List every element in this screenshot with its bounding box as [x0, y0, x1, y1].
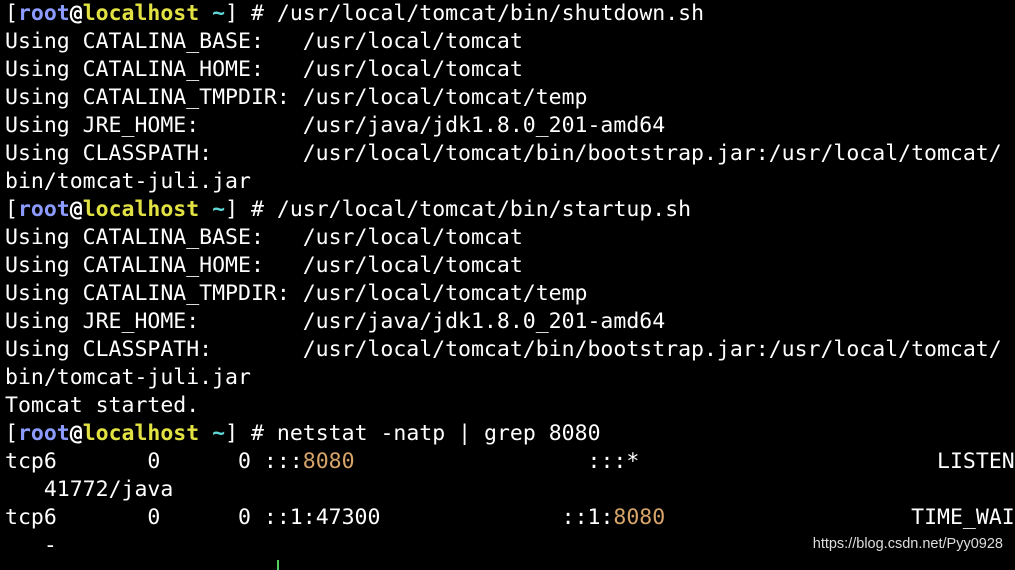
prompt-at: @: [69, 1, 83, 26]
netstat-local-address: :::: [263, 449, 303, 474]
netstat-recv-q: 0: [147, 505, 161, 530]
output-line: bin/tomcat-juli.jar: [5, 169, 251, 194]
prompt-at: @: [69, 197, 83, 222]
netstat-state: LISTEN: [937, 449, 1015, 474]
output-line: Using JRE_HOME: /usr/java/jdk1.8.0_201-a…: [5, 309, 666, 334]
netstat-row: tcp6 0 0 :::8080 :::* LISTEN: [5, 448, 1015, 476]
output-line: Using CATALINA_TMPDIR: /usr/local/tomcat…: [5, 85, 588, 110]
netstat-pid-program: 41772/java: [43, 477, 174, 502]
netstat-row-wrap: 41772/java: [5, 476, 1015, 504]
netstat-pid-program: -: [43, 533, 57, 558]
output-line: Using CATALINA_BASE: /usr/local/tomcat: [5, 29, 523, 54]
command-shutdown: /usr/local/tomcat/bin/shutdown.sh: [276, 1, 705, 26]
prompt-user: root: [17, 197, 70, 222]
netstat-send-q: 0: [238, 505, 251, 530]
netstat-local-port: 8080: [302, 449, 355, 474]
output-line: bin/tomcat-juli.jar: [5, 365, 251, 390]
prompt-bracket-close: ]: [225, 1, 239, 26]
output-line: Using JRE_HOME: /usr/java/jdk1.8.0_201-a…: [5, 113, 666, 138]
prompt-line: [root@localhost ~] # netstat -natp | gre…: [5, 420, 1015, 448]
prompt-symbol: #: [251, 1, 264, 26]
prompt-bracket-close: ]: [225, 197, 239, 222]
prompt-symbol: #: [251, 421, 264, 446]
terminal-window[interactable]: [root@localhost ~] # /usr/local/tomcat/b…: [0, 0, 1015, 566]
prompt-bracket-open: [: [5, 197, 18, 222]
command-netstat: netstat -natp | grep 8080: [276, 421, 601, 446]
prompt-line: [root@localhost ~] # /usr/local/tomcat/b…: [5, 196, 1015, 224]
prompt-host: localhost: [82, 421, 200, 446]
output-line: Using CATALINA_HOME: /usr/local/tomcat: [5, 57, 523, 82]
netstat-proto: tcp6: [5, 449, 57, 474]
prompt-bracket-open: [: [5, 421, 18, 446]
netstat-foreign-address: ::1:: [561, 505, 614, 530]
output-line: Using CLASSPATH: /usr/local/tomcat/bin/b…: [5, 141, 1002, 166]
netstat-foreign-port: 8080: [613, 505, 666, 530]
tomcat-started-message: Tomcat started.: [5, 393, 200, 418]
prompt-host: localhost: [82, 1, 200, 26]
netstat-state: TIME_WAIT: [911, 505, 1015, 530]
prompt-bracket-open: [: [5, 1, 18, 26]
prompt-at: @: [69, 421, 83, 446]
output-line: Using CATALINA_TMPDIR: /usr/local/tomcat…: [5, 281, 588, 306]
prompt-line: [root@localhost ~] # /usr/local/tomcat/b…: [5, 0, 1015, 28]
netstat-foreign-address: :::*: [587, 449, 640, 474]
output-line: Using CATALINA_BASE: /usr/local/tomcat: [5, 225, 523, 250]
prompt-host: localhost: [82, 197, 200, 222]
prompt-dir: ~: [212, 1, 226, 26]
prompt-user: root: [17, 421, 70, 446]
watermark: https://blog.csdn.net/Pyy0928: [812, 536, 1003, 552]
prompt-dir: ~: [212, 197, 226, 222]
output-line: Using CLASSPATH: /usr/local/tomcat/bin/b…: [5, 337, 1002, 362]
netstat-row: tcp6 0 0 ::1:47300 ::1:8080 TIME_WAIT: [5, 504, 1015, 532]
command-startup: /usr/local/tomcat/bin/startup.sh: [276, 197, 692, 222]
terminal-cursor: [277, 560, 279, 570]
netstat-local-address: ::1:47300: [263, 505, 381, 530]
prompt-bracket-close: ]: [225, 421, 239, 446]
output-line: Using CATALINA_HOME: /usr/local/tomcat: [5, 253, 523, 278]
prompt-symbol: #: [251, 197, 264, 222]
netstat-send-q: 0: [238, 449, 251, 474]
prompt-user: root: [17, 1, 70, 26]
netstat-recv-q: 0: [147, 449, 161, 474]
netstat-proto: tcp6: [5, 505, 57, 530]
prompt-dir: ~: [212, 421, 226, 446]
